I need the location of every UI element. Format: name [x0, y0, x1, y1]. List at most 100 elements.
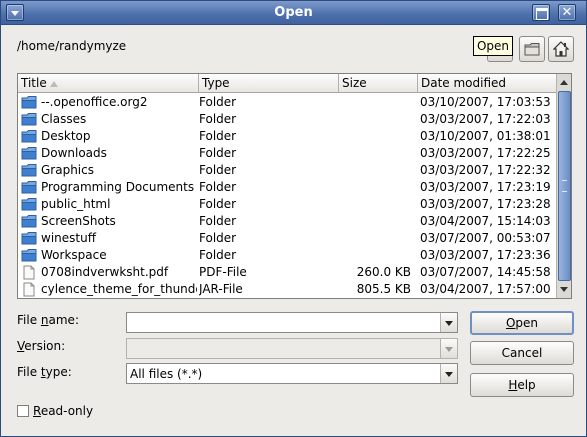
file-type-cell: Folder — [199, 248, 237, 262]
file-row[interactable]: Downloads Folder 03/03/2007, 17:22:25 — [18, 145, 556, 162]
file-name-text: Desktop — [41, 129, 91, 143]
file-date-cell: 03/03/2007, 17:22:32 — [420, 163, 551, 177]
file-name-text: Graphics — [41, 163, 94, 177]
version-label: Version: — [17, 339, 66, 353]
file-date-cell: 03/03/2007, 17:23:36 — [420, 248, 551, 262]
file-type-cell: Folder — [199, 129, 237, 143]
file-row[interactable]: ScreenShots Folder 03/04/2007, 15:14:03 — [18, 213, 556, 230]
file-name-input[interactable] — [126, 312, 458, 333]
folder-icon — [21, 164, 37, 177]
file-date-cell: 03/03/2007, 17:22:25 — [420, 146, 551, 160]
file-row[interactable]: Desktop Folder 03/10/2007, 01:38:01 — [18, 128, 556, 145]
file-name-dropdown-icon[interactable] — [440, 313, 457, 332]
file-type-cell: JAR-File — [199, 282, 243, 296]
file-size-cell — [339, 145, 411, 162]
scrollbar-thumb[interactable] — [558, 91, 571, 281]
close-button[interactable]: ✕ — [558, 4, 576, 21]
file-name-text: ScreenShots — [41, 214, 116, 228]
file-type-cell: Folder — [199, 146, 237, 160]
folder-icon — [21, 198, 37, 211]
file-name-cell: 0708indverwksht.pdf — [21, 264, 197, 281]
file-name-text: --.openoffice.org2 — [41, 95, 148, 109]
file-row[interactable]: public_html Folder 03/03/2007, 17:23:28 — [18, 196, 556, 213]
file-date-cell: 03/07/2007, 14:45:58 — [420, 265, 551, 279]
file-row[interactable]: Workspace Folder 03/03/2007, 17:23:36 — [18, 247, 556, 264]
file-date-cell: 03/03/2007, 17:23:19 — [420, 180, 551, 194]
create-folder-button[interactable] — [519, 36, 545, 62]
document-icon — [23, 265, 35, 280]
titlebar[interactable]: Open ✕ — [1, 1, 586, 25]
file-size-cell: 805.5 KB — [356, 282, 411, 296]
file-row[interactable]: winestuff Folder 03/07/2007, 00:53:07 — [18, 230, 556, 247]
file-date-cell: 03/07/2007, 00:53:07 — [420, 231, 551, 245]
file-row[interactable]: --.openoffice.org2 Folder 03/10/2007, 17:0… — [18, 94, 556, 111]
cancel-button[interactable]: Cancel — [470, 341, 574, 365]
file-name-text: winestuff — [41, 231, 96, 245]
column-header-date[interactable]: Date modified — [418, 74, 556, 93]
file-list[interactable]: Title Type Size Date modified --.openoff… — [17, 73, 572, 299]
file-size-cell — [339, 213, 411, 230]
version-dropdown-icon[interactable] — [440, 339, 457, 358]
column-title-label: Title — [21, 76, 47, 90]
current-path: /home/randymyze — [17, 39, 127, 53]
maximize-button[interactable] — [532, 4, 550, 21]
folder-icon — [21, 130, 37, 143]
file-name-cell: cylence_theme_for_thunde — [21, 281, 197, 298]
home-icon — [553, 41, 569, 57]
file-type-cell: Folder — [199, 231, 237, 245]
file-size-cell — [339, 247, 411, 264]
file-name-text: Programming Documents — [41, 180, 195, 194]
file-type-cell: Folder — [199, 95, 237, 109]
file-type-cell: Folder — [199, 180, 237, 194]
scroll-up-icon[interactable] — [560, 80, 568, 85]
file-row[interactable]: 0708indverwksht.pdf PDF-File 260.0 KB 03/07… — [18, 264, 556, 281]
folder-icon — [21, 181, 37, 194]
help-button[interactable]: Help — [470, 373, 574, 397]
file-name-cell: Downloads — [21, 145, 197, 162]
column-header-row: Title Type Size Date modified — [18, 74, 556, 93]
file-name-cell: winestuff — [21, 230, 197, 247]
document-icon — [23, 282, 35, 297]
file-name-cell: Desktop — [21, 128, 197, 145]
file-name-cell: Workspace — [21, 247, 197, 264]
file-name-text: Classes — [41, 112, 87, 126]
file-name-text: cylence_theme_for_thunde — [41, 282, 197, 296]
file-row[interactable]: Programming Documents Folder 03/03/2007, 1… — [18, 179, 556, 196]
file-name-label: File name: — [17, 313, 79, 327]
file-row[interactable]: Classes Folder 03/03/2007, 17:22:03 — [18, 111, 556, 128]
column-header-title[interactable]: Title — [18, 74, 199, 93]
file-size-cell — [339, 94, 411, 111]
open-button[interactable]: Open — [470, 311, 574, 335]
version-select[interactable] — [126, 338, 458, 359]
file-size-cell — [339, 230, 411, 247]
file-type-label: File type: — [17, 365, 72, 379]
file-name-text: Downloads — [41, 146, 107, 160]
open-dialog: Open ✕ /home/randymyze Open Title Type S — [0, 0, 587, 437]
home-button[interactable] — [548, 36, 574, 62]
file-type-select[interactable]: All files (*.*) — [126, 363, 458, 384]
file-date-cell: 03/10/2007, 17:03:53 — [420, 95, 551, 109]
file-date-cell: 03/04/2007, 17:57:00 — [420, 282, 551, 296]
file-name-cell: Programming Documents — [21, 179, 197, 196]
file-row[interactable]: cylence_theme_for_thunde JAR-File 805.5 KB… — [18, 281, 556, 298]
file-name-cell: public_html — [21, 196, 197, 213]
file-name-text: 0708indverwksht.pdf — [41, 265, 169, 279]
read-only-checkbox[interactable] — [17, 405, 29, 417]
read-only-label[interactable]: Read-only — [33, 404, 93, 418]
column-header-size[interactable]: Size — [339, 74, 418, 93]
file-type-dropdown-icon[interactable] — [440, 364, 457, 383]
scroll-down-icon[interactable] — [560, 287, 568, 292]
file-type-cell: Folder — [199, 163, 237, 177]
file-date-cell: 03/10/2007, 01:38:01 — [420, 129, 551, 143]
file-row[interactable]: Graphics Folder 03/03/2007, 17:22:32 — [18, 162, 556, 179]
file-name-cell: --.openoffice.org2 — [21, 94, 197, 111]
file-date-cell: 03/03/2007, 17:22:03 — [420, 112, 551, 126]
folder-icon — [21, 215, 37, 228]
vertical-scrollbar[interactable] — [556, 74, 571, 298]
file-name-cell: Graphics — [21, 162, 197, 179]
file-date-cell: 03/04/2007, 15:14:03 — [420, 214, 551, 228]
column-header-type[interactable]: Type — [199, 74, 339, 93]
folder-icon — [21, 232, 37, 245]
folder-icon — [21, 96, 37, 109]
file-size-cell — [339, 111, 411, 128]
